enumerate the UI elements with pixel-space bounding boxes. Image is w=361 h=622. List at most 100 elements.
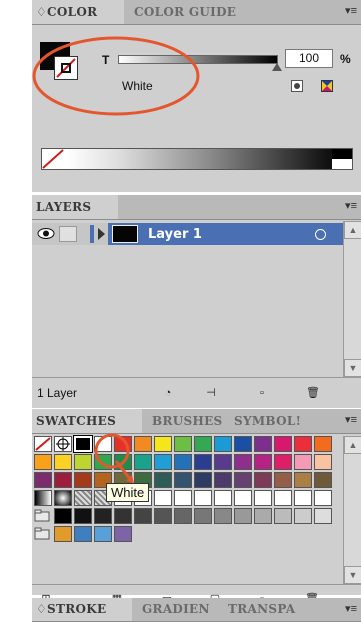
- color-group-folder-icon[interactable]: [34, 526, 52, 542]
- scroll-up-icon[interactable]: ▲: [344, 436, 361, 454]
- color-swatch[interactable]: [314, 490, 332, 506]
- layers-scrollbar[interactable]: ▲ ▼: [343, 221, 361, 377]
- tab-brushes[interactable]: BRUSHES: [148, 409, 228, 433]
- tint-slider-thumb[interactable]: [272, 63, 282, 71]
- color-swatch[interactable]: [174, 472, 192, 488]
- color-swatch[interactable]: [134, 508, 152, 524]
- tab-gradient[interactable]: GRADIEN: [138, 598, 222, 621]
- color-swatch[interactable]: [254, 454, 272, 470]
- color-swatch[interactable]: [234, 508, 252, 524]
- color-swatch[interactable]: [194, 454, 212, 470]
- color-swatch[interactable]: [294, 436, 312, 452]
- scroll-down-icon[interactable]: ▼: [344, 359, 361, 377]
- color-swatch[interactable]: [274, 472, 292, 488]
- out-of-gamut-icon[interactable]: [321, 80, 333, 92]
- color-swatch[interactable]: [54, 472, 72, 488]
- none-swatch[interactable]: [34, 436, 52, 452]
- empty-swatch-slot: [174, 526, 192, 542]
- layer-name[interactable]: Layer 1: [148, 227, 202, 242]
- color-swatch[interactable]: [254, 436, 272, 452]
- color-swatch[interactable]: [74, 526, 92, 542]
- color-swatch[interactable]: [314, 472, 332, 488]
- panel-menu-icon[interactable]: ▾≡: [345, 602, 357, 615]
- color-swatch[interactable]: [194, 490, 212, 506]
- color-spectrum-bar[interactable]: [41, 148, 353, 170]
- color-swatch[interactable]: [174, 454, 192, 470]
- color-swatch[interactable]: [54, 508, 72, 524]
- color-swatch[interactable]: [234, 454, 252, 470]
- color-swatch[interactable]: [54, 526, 72, 542]
- new-sublayer-icon[interactable]: ▫: [253, 385, 271, 401]
- color-group-folder-icon[interactable]: [34, 508, 52, 524]
- panel-menu-icon[interactable]: ▾≡: [345, 199, 357, 212]
- color-swatch[interactable]: [274, 490, 292, 506]
- color-swatch[interactable]: [274, 436, 292, 452]
- white-swatch[interactable]: [332, 159, 352, 169]
- tab-swatches[interactable]: SWATCHES: [32, 409, 142, 433]
- none-swatch[interactable]: [42, 149, 64, 169]
- tab-transparency[interactable]: TRANSPA: [224, 598, 308, 621]
- tab-color[interactable]: ♢COLOR: [32, 0, 124, 24]
- color-swatch[interactable]: [214, 490, 232, 506]
- color-swatch[interactable]: [34, 454, 52, 470]
- color-swatch[interactable]: [254, 490, 272, 506]
- panel-menu-icon[interactable]: ▾≡: [345, 4, 357, 17]
- tab-color-guide[interactable]: COLOR GUIDE: [130, 0, 260, 24]
- color-swatch[interactable]: [294, 454, 312, 470]
- gradient-swatch[interactable]: [54, 490, 72, 506]
- color-swatch[interactable]: [214, 454, 232, 470]
- color-swatch[interactable]: [314, 436, 332, 452]
- color-swatch[interactable]: [114, 526, 132, 542]
- tab-symbols[interactable]: SYMBOL!: [230, 409, 310, 433]
- panel-menu-icon[interactable]: ▾≡: [345, 413, 357, 426]
- color-swatch[interactable]: [54, 454, 72, 470]
- color-swatch[interactable]: [314, 508, 332, 524]
- color-swatch[interactable]: [294, 490, 312, 506]
- color-swatch[interactable]: [294, 472, 312, 488]
- color-swatch[interactable]: [214, 436, 232, 452]
- color-swatch[interactable]: [94, 508, 112, 524]
- color-swatch[interactable]: [154, 508, 172, 524]
- color-swatch[interactable]: [314, 454, 332, 470]
- gradient-swatch[interactable]: [34, 490, 52, 506]
- web-safe-icon[interactable]: [291, 80, 303, 92]
- color-swatch[interactable]: [274, 508, 292, 524]
- scroll-down-icon[interactable]: ▼: [344, 566, 361, 584]
- color-swatch[interactable]: [274, 454, 292, 470]
- color-swatch[interactable]: [254, 508, 272, 524]
- lock-toggle[interactable]: [59, 226, 77, 242]
- color-swatch[interactable]: [174, 490, 192, 506]
- color-swatch[interactable]: [294, 508, 312, 524]
- color-swatch[interactable]: [234, 472, 252, 488]
- color-swatch[interactable]: [74, 508, 92, 524]
- expand-triangle-icon[interactable]: [98, 228, 105, 240]
- color-swatch[interactable]: [114, 508, 132, 524]
- color-swatch[interactable]: [94, 526, 112, 542]
- scroll-up-icon[interactable]: ▲: [344, 221, 361, 239]
- color-swatch[interactable]: [194, 436, 212, 452]
- trash-icon[interactable]: 🗑: [304, 385, 322, 401]
- registration-swatch[interactable]: [54, 436, 72, 452]
- color-swatch[interactable]: [234, 436, 252, 452]
- target-circle-icon[interactable]: [315, 229, 326, 240]
- color-swatch[interactable]: [174, 436, 192, 452]
- make-clipping-mask-icon[interactable]: ⊣: [202, 385, 220, 401]
- color-swatch[interactable]: [214, 472, 232, 488]
- tab-stroke[interactable]: ♢STROKE: [32, 598, 132, 621]
- tint-value-input[interactable]: 100: [285, 49, 333, 68]
- tab-layers[interactable]: LAYERS: [32, 195, 118, 219]
- swatches-scrollbar[interactable]: ▲ ▼: [343, 436, 361, 584]
- color-swatch[interactable]: [214, 508, 232, 524]
- color-swatch[interactable]: [194, 508, 212, 524]
- color-swatch[interactable]: [194, 472, 212, 488]
- black-swatch[interactable]: [332, 149, 352, 159]
- layer-selected-bg: [108, 223, 343, 245]
- visibility-eye-icon[interactable]: [37, 227, 55, 240]
- locate-object-icon[interactable]: ◔: [159, 385, 177, 401]
- color-swatch[interactable]: [34, 472, 52, 488]
- color-swatch[interactable]: [254, 472, 272, 488]
- color-swatch[interactable]: [234, 490, 252, 506]
- color-swatch[interactable]: [174, 508, 192, 524]
- layer-row[interactable]: Layer 1: [32, 223, 343, 245]
- none-slash-icon: [42, 149, 64, 169]
